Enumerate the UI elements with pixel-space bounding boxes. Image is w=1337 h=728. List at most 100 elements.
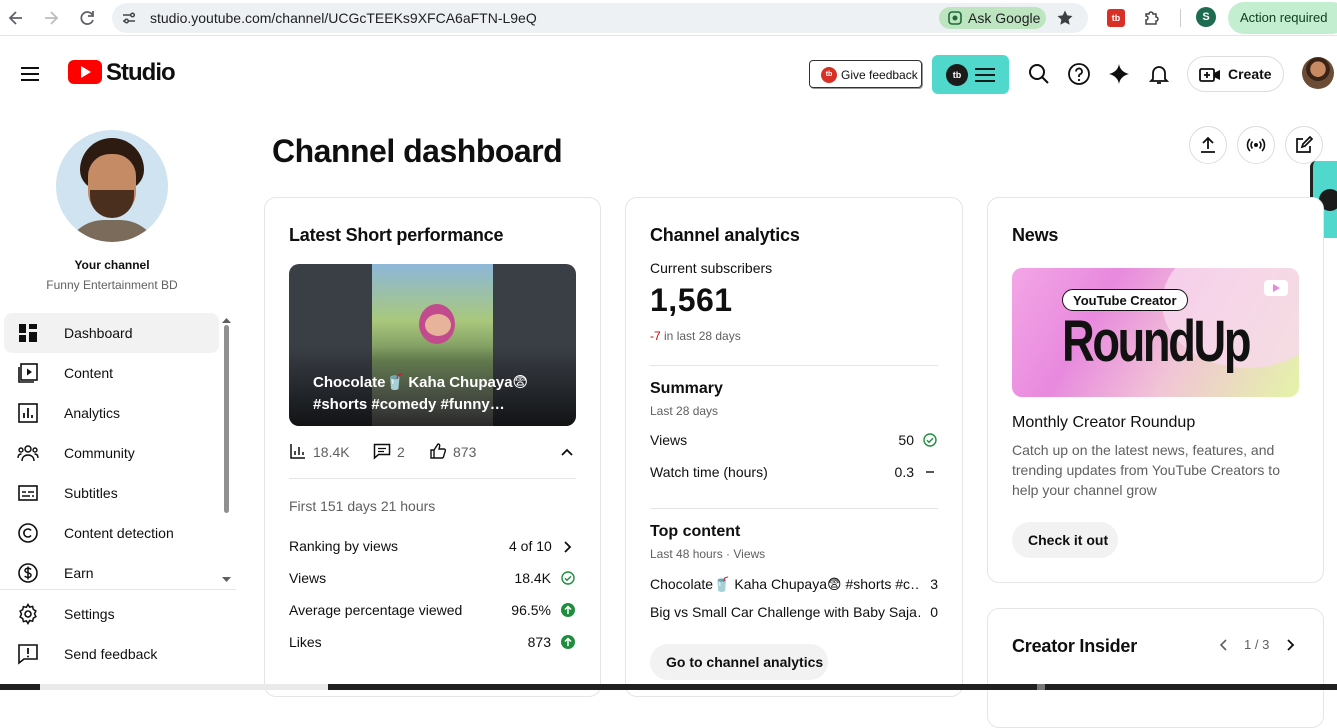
- create-label: Create: [1228, 66, 1272, 82]
- analytics-icon: [18, 403, 38, 423]
- give-feedback-button[interactable]: tb Give feedback: [809, 60, 922, 88]
- browser-profile-avatar[interactable]: S: [1196, 7, 1216, 27]
- page-title: Channel dashboard: [272, 133, 563, 169]
- create-button[interactable]: Create: [1187, 56, 1284, 92]
- up-arrow-circle-icon: [561, 635, 575, 649]
- creator-insider-heading: Creator Insider: [1012, 636, 1138, 656]
- divider: [289, 478, 576, 479]
- top-content-heading: Top content: [650, 523, 741, 540]
- sidebar-item-settings[interactable]: Settings: [4, 594, 219, 634]
- watch-time-label: Watch time (hours): [650, 464, 768, 480]
- menu-icon[interactable]: [19, 63, 41, 85]
- back-icon[interactable]: [6, 8, 26, 28]
- sparkle-icon[interactable]: [1107, 62, 1131, 86]
- go-live-button[interactable]: [1237, 126, 1275, 164]
- sidebar-item-community[interactable]: Community: [4, 433, 219, 473]
- news-image[interactable]: YouTube Creator RoundUp: [1012, 268, 1299, 397]
- help-icon[interactable]: [1067, 62, 1091, 86]
- extensions-puzzle-icon[interactable]: [1143, 9, 1161, 27]
- bar-chart-icon: [290, 444, 305, 459]
- chevron-right-icon[interactable]: [560, 540, 574, 554]
- channel-avatar[interactable]: [56, 130, 168, 242]
- go-to-channel-analytics-button[interactable]: Go to channel analytics: [650, 644, 828, 680]
- check-it-out-button[interactable]: Check it out: [1012, 522, 1118, 558]
- scroll-down-arrow-icon[interactable]: [222, 577, 231, 583]
- address-bar[interactable]: studio.youtube.com/channel/UCGcTEEKs9XFC…: [112, 3, 1088, 33]
- tubebuddy-menu-button[interactable]: tb: [932, 55, 1009, 94]
- subscribers-delta: -7: [650, 329, 661, 343]
- likes-value: 873: [453, 444, 477, 460]
- upload-videos-button[interactable]: [1189, 126, 1227, 164]
- chevron-up-icon[interactable]: [559, 444, 575, 460]
- top-content-views: 3: [930, 576, 938, 592]
- ranking-label: Ranking by views: [289, 538, 398, 554]
- creator-insider-pager: 1 / 3: [1216, 636, 1306, 654]
- views-label: Views: [289, 570, 327, 586]
- top-content-period: Last 48 hours · Views: [650, 547, 766, 561]
- sidebar-item-dashboard[interactable]: Dashboard: [4, 313, 219, 353]
- image-title: RoundUp: [1062, 309, 1251, 374]
- tubebuddy-badge-icon: tb: [821, 67, 837, 83]
- comment-icon: [373, 443, 391, 460]
- news-body: Catch up on the latest news, features, a…: [1012, 442, 1280, 498]
- channel-name: Funny Entertainment BD: [46, 278, 178, 292]
- news-title: Monthly Creator Roundup: [1012, 414, 1196, 431]
- lens-icon: [948, 11, 962, 25]
- chevron-left-icon[interactable]: [1216, 637, 1232, 653]
- youtube-play-logo-icon: [68, 60, 102, 84]
- likes-label: Likes: [289, 634, 322, 650]
- sidebar-item-label: Community: [64, 445, 135, 461]
- sidebar-item-content-detection[interactable]: Content detection: [4, 513, 219, 553]
- sidebar-item-send-feedback[interactable]: Send feedback: [4, 634, 219, 674]
- scroll-up-arrow-icon[interactable]: [222, 317, 231, 323]
- sidebar-item-earn[interactable]: Earn: [4, 553, 219, 593]
- sidebar-item-analytics[interactable]: Analytics: [4, 393, 219, 433]
- sidebar-item-label: Content detection: [64, 525, 174, 541]
- short-title: Chocolate🥤 Kaha Chupaya😨 #shorts #comedy…: [313, 374, 529, 413]
- button-label: Go to channel analytics: [666, 654, 824, 670]
- avatar-shirt: [64, 220, 160, 242]
- notifications-bell-icon[interactable]: [1147, 62, 1171, 86]
- bookmark-star-icon[interactable]: [1056, 9, 1074, 27]
- your-channel-label: Your channel: [74, 258, 150, 272]
- taskbar-search[interactable]: [40, 684, 328, 690]
- top-content-item[interactable]: Big vs Small Car Challenge with Baby Saj…: [650, 604, 920, 620]
- avatar-beard: [90, 190, 134, 218]
- browser-toolbar: studio.youtube.com/channel/UCGcTEEKs9XFC…: [0, 0, 1337, 36]
- reload-icon[interactable]: [77, 8, 97, 28]
- check-circle-icon: [561, 571, 575, 585]
- tubebuddy-extension-icon[interactable]: tb: [1107, 9, 1125, 27]
- sidebar-item-subtitles[interactable]: Subtitles: [4, 473, 219, 513]
- ask-google-button[interactable]: Ask Google: [939, 7, 1046, 29]
- summary-views-label: Views: [650, 432, 688, 448]
- site-settings-icon[interactable]: [120, 9, 138, 27]
- forward-icon[interactable]: [41, 8, 61, 28]
- sidebar-divider: [0, 589, 236, 590]
- create-post-button[interactable]: [1285, 126, 1323, 164]
- views-value: 18.4K: [313, 444, 350, 460]
- short-thumbnail[interactable]: Chocolate🥤 Kaha Chupaya😨 #shorts #comedy…: [289, 264, 576, 426]
- top-content-views: 0: [930, 604, 938, 620]
- os-taskbar: [0, 684, 1337, 690]
- creator-insider-card: [987, 608, 1324, 728]
- sidebar-item-label: Dashboard: [64, 325, 133, 341]
- search-icon[interactable]: [1027, 62, 1051, 86]
- thumbnail-face: [425, 314, 451, 336]
- content-icon: [18, 363, 38, 383]
- edit-icon: [1296, 135, 1314, 153]
- sidebar-scrollbar[interactable]: [224, 325, 229, 513]
- toolbar-divider: [1180, 9, 1181, 27]
- thumbs-up-icon: [430, 443, 447, 459]
- likes-row-value: 873: [527, 634, 551, 650]
- action-required-button[interactable]: Action required: [1228, 2, 1337, 34]
- sidebar-item-content[interactable]: Content: [4, 353, 219, 393]
- gear-icon: [19, 603, 37, 625]
- top-content-item[interactable]: Chocolate🥤 Kaha Chupaya😨 #shorts #c…: [650, 576, 920, 593]
- create-video-icon: [1199, 68, 1220, 82]
- community-icon: [17, 445, 39, 462]
- dash-icon: [926, 471, 934, 473]
- sidebar-item-label: Send feedback: [64, 646, 158, 662]
- chevron-right-icon[interactable]: [1282, 637, 1298, 653]
- account-avatar[interactable]: [1302, 57, 1334, 89]
- dashboard-icon: [19, 324, 37, 342]
